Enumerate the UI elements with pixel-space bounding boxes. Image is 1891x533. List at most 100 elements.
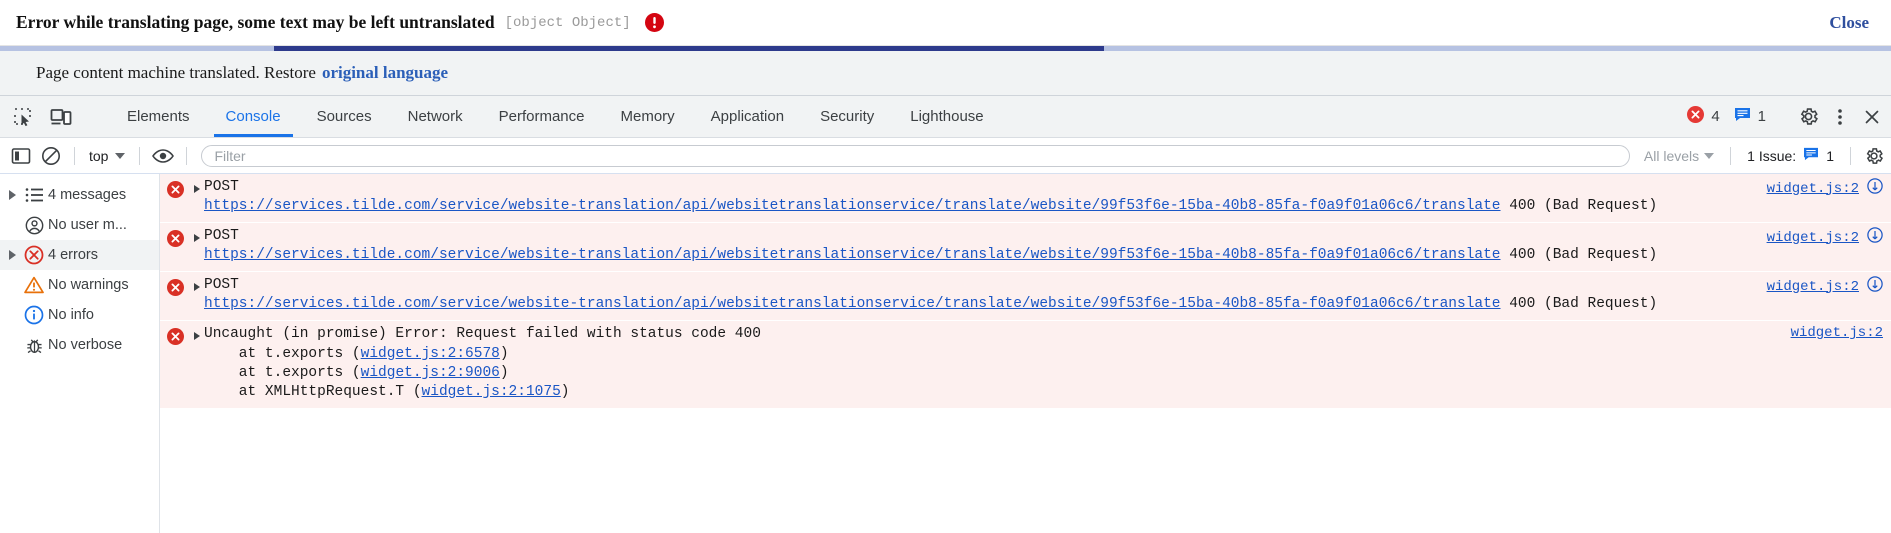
sidebar-item-label: No user m... [48,217,127,233]
expand-triangle-icon[interactable] [190,276,204,291]
console-filter-input[interactable] [201,144,1630,167]
expand-triangle-icon[interactable] [190,227,204,242]
log-level-value: All levels [1643,147,1700,164]
chevron-down-icon [1704,152,1715,159]
request-method: POST [204,228,239,244]
sidebar-item-label: No warnings [48,277,129,293]
message-content: POST https://services.tilde.com/service/… [204,276,1891,314]
restore-original-language-link[interactable]: original language [322,63,448,83]
sidebar-item-messages[interactable]: 4 messages [0,180,159,210]
request-url-link[interactable]: https://services.tilde.com/service/websi… [204,198,1501,214]
toolbar-divider [139,146,141,165]
banner-object-text: [object Object] [504,14,631,31]
toolbar-divider [186,146,188,165]
source-link[interactable]: widget.js:2 [1767,181,1859,197]
console-message-row[interactable]: POST https://services.tilde.com/service/… [160,174,1891,223]
tab-sources[interactable]: Sources [299,96,390,137]
gear-icon[interactable] [1861,143,1887,169]
console-body: 4 messages No user m... 4 errors No warn… [0,174,1891,533]
info-circle-icon [20,305,48,325]
tab-performance[interactable]: Performance [481,96,603,137]
message-count-chip[interactable]: 1 [1730,107,1770,126]
issues-counter[interactable]: 1 Issue: 1 [1741,147,1840,164]
device-toolbar-icon[interactable] [48,104,74,130]
stack-frame-prefix: at t.exports ( [204,365,361,381]
sidebar-item-verbose[interactable]: No verbose [0,330,159,360]
sidebar-item-label: No info [48,307,94,323]
devtools-toolbar-icons [0,96,109,137]
tab-elements[interactable]: Elements [109,96,208,137]
message-count-value: 1 [1757,108,1766,125]
stack-frame-link[interactable]: widget.js:2:6578 [361,346,500,362]
tab-network[interactable]: Network [390,96,481,137]
toolbar-divider [74,146,75,165]
sidebar-item-label: No verbose [48,337,123,353]
tab-security[interactable]: Security [802,96,892,137]
network-request-icon[interactable] [1867,178,1883,199]
console-message-row[interactable]: POST https://services.tilde.com/service/… [160,223,1891,272]
message-source: widget.js:2 [1767,276,1883,297]
message-source: widget.js:2 [1767,178,1883,199]
error-circle-icon [160,227,190,247]
stack-frame: at XMLHttpRequest.T (widget.js:2:1075) [160,383,1891,402]
log-level-selector[interactable]: All levels [1638,148,1720,164]
banner-close-button[interactable]: Close [1829,13,1869,33]
sidebar-toggle-icon[interactable] [8,143,34,169]
tab-application[interactable]: Application [693,96,802,137]
stack-frame-link[interactable]: widget.js:2:1075 [422,384,561,400]
devtools-panel: Elements Console Sources Network Perform… [0,95,1891,533]
tab-lighthouse[interactable]: Lighthouse [892,96,1001,137]
kebab-menu-icon[interactable] [1827,104,1853,130]
expand-triangle-icon[interactable] [4,190,20,200]
stack-frame-suffix: ) [499,365,509,381]
console-message-row[interactable]: Uncaught (in promise) Error: Request fai… [160,321,1891,409]
console-sidebar: 4 messages No user m... 4 errors No warn… [0,174,160,533]
bug-icon [20,336,48,355]
console-message-row[interactable]: POST https://services.tilde.com/service/… [160,272,1891,321]
gear-icon[interactable] [1795,104,1821,130]
sidebar-item-info[interactable]: No info [0,300,159,330]
tab-console[interactable]: Console [208,96,299,137]
network-request-icon[interactable] [1867,227,1883,248]
tab-label: Application [710,108,785,125]
message-content: POST https://services.tilde.com/service/… [204,178,1891,216]
machine-translation-notice: Page content machine translated. Restore… [0,51,1891,95]
toolbar-divider [1850,146,1851,165]
error-circle-icon [160,276,190,296]
alert-circle-icon [644,13,664,32]
expand-triangle-icon[interactable] [190,325,204,340]
tab-label: Elements [127,108,190,125]
tab-label: Memory [620,108,675,125]
execution-context-selector[interactable]: top [85,146,129,166]
issues-message-icon [1734,107,1751,126]
message-source: widget.js:2 [1767,227,1883,248]
translation-progress-track [0,46,1891,51]
expand-triangle-icon[interactable] [190,178,204,193]
clear-console-icon[interactable] [38,143,64,169]
stack-frame-link[interactable]: widget.js:2:9006 [361,365,500,381]
network-request-icon[interactable] [1867,276,1883,297]
expand-triangle-icon[interactable] [4,250,20,260]
request-status: 400 (Bad Request) [1500,296,1658,312]
error-circle-icon [160,325,190,345]
source-link[interactable]: widget.js:2 [1767,230,1859,246]
error-count-chip[interactable]: 4 [1683,106,1723,127]
sidebar-item-errors[interactable]: 4 errors [0,240,159,270]
toolbar-divider [1730,146,1732,165]
sidebar-item-label: 4 errors [48,247,98,263]
live-expression-eye-icon[interactable] [150,143,176,169]
close-icon[interactable] [1859,104,1885,130]
sidebar-item-warnings[interactable]: No warnings [0,270,159,300]
inspect-element-icon[interactable] [10,104,36,130]
sidebar-item-user-messages[interactable]: No user m... [0,210,159,240]
request-method: POST [204,277,239,293]
error-count-value: 4 [1711,108,1720,125]
source-link[interactable]: widget.js:2 [1791,325,1883,341]
issues-label: 1 Issue: [1747,147,1797,164]
request-url-link[interactable]: https://services.tilde.com/service/websi… [204,247,1501,263]
tab-memory[interactable]: Memory [603,96,693,137]
tab-label: Security [820,108,875,125]
stack-frame-suffix: ) [499,346,509,362]
request-url-link[interactable]: https://services.tilde.com/service/websi… [204,296,1501,312]
source-link[interactable]: widget.js:2 [1767,279,1859,295]
